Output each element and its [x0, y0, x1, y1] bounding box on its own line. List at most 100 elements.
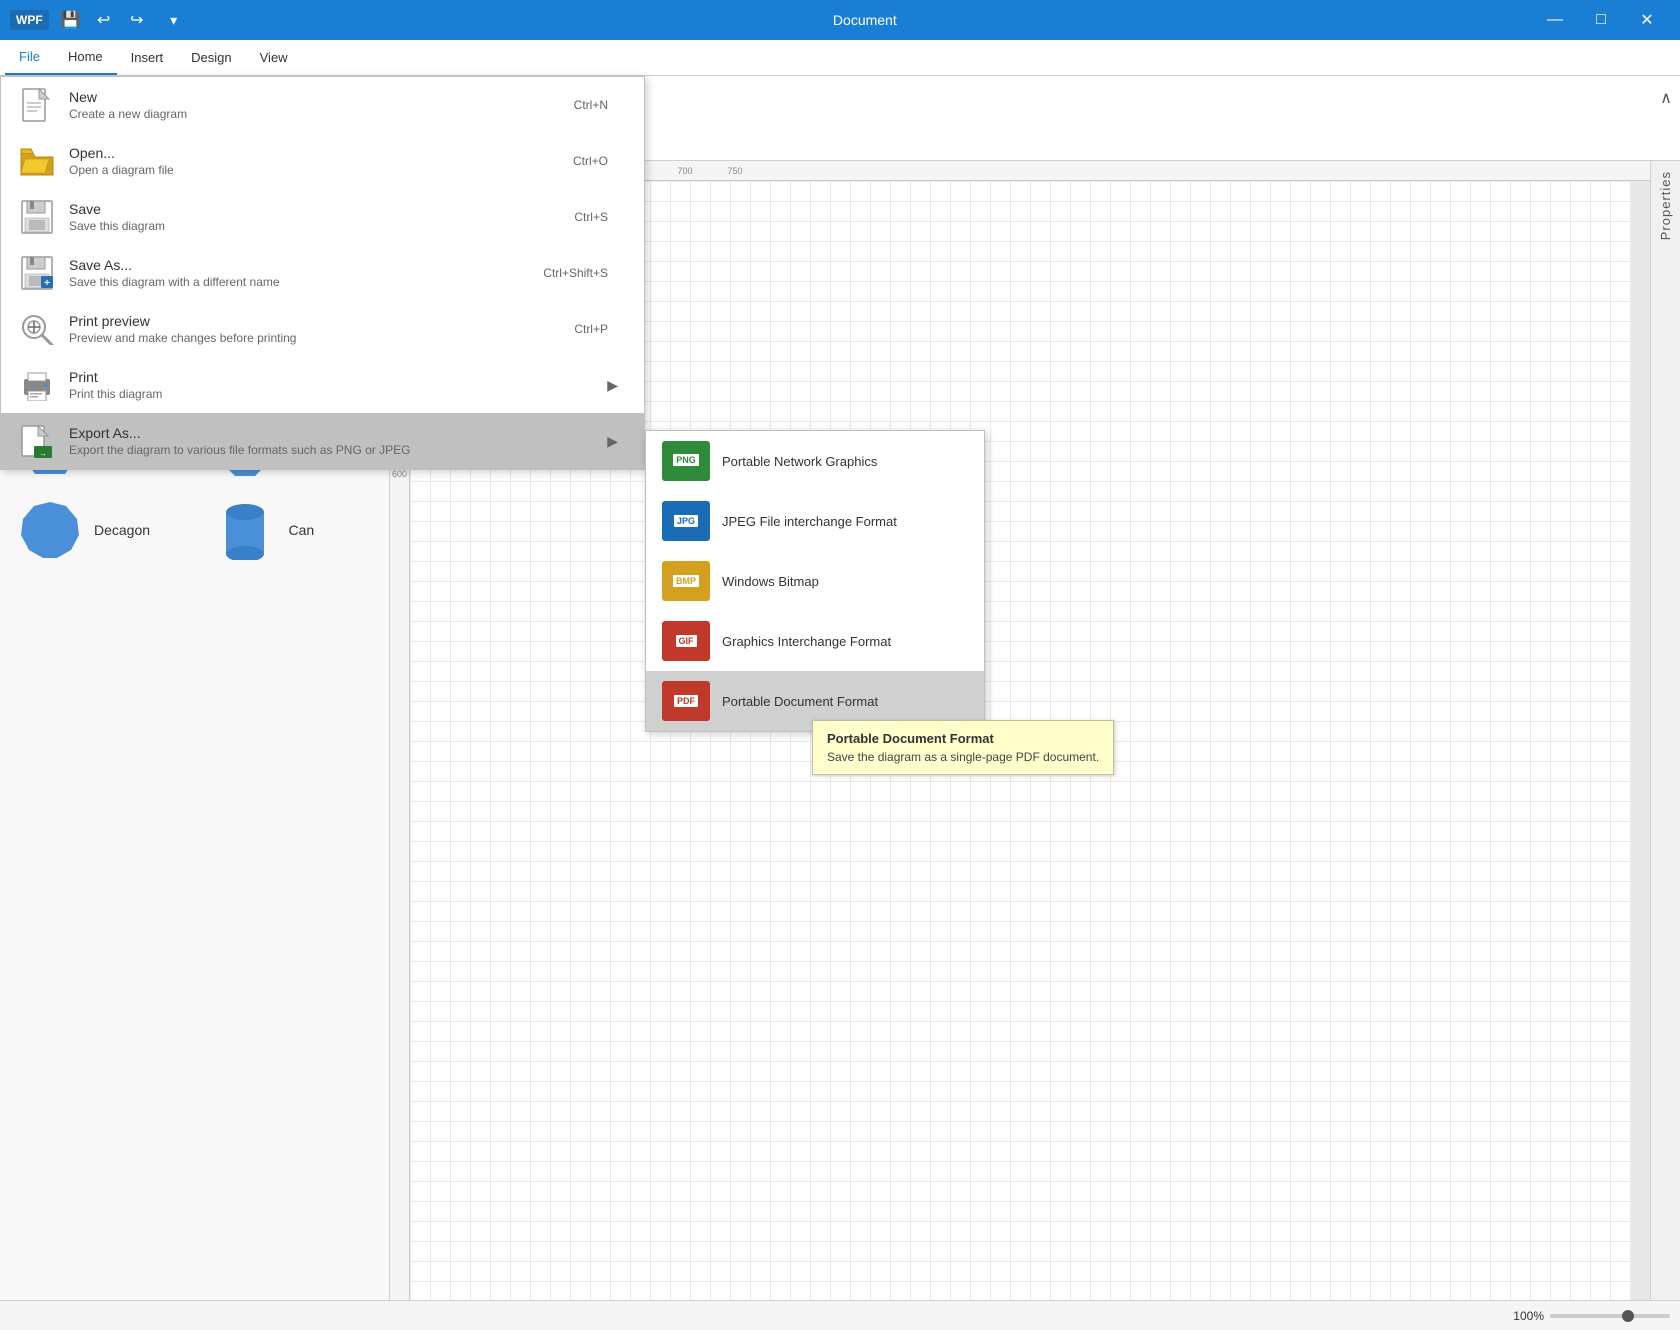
menu-item-insert[interactable]: Insert: [117, 40, 178, 75]
tooltip: Portable Document Format Save the diagra…: [812, 720, 1114, 775]
print-preview-icon-svg: [20, 313, 54, 345]
quick-access-dropdown[interactable]: ▾: [160, 6, 188, 34]
ruler-tick-700: 700: [660, 166, 710, 176]
export-item-gif[interactable]: GIF Graphics Interchange Format: [646, 611, 984, 671]
title-bar: WPF 💾 ↩ ↪ ▾ Document — □ ✕: [0, 0, 1680, 40]
zoom-slider[interactable]: [1550, 1314, 1670, 1318]
file-menu-new[interactable]: New Create a new diagram Ctrl+N: [1, 77, 644, 133]
shape-name-can: Can: [289, 522, 315, 538]
jpg-label: JPEG File interchange Format: [722, 514, 897, 529]
shape-item-decagon[interactable]: Decagon: [0, 489, 195, 571]
quick-access-toolbar: 💾 ↩ ↪ ▾: [57, 6, 188, 34]
redo-button[interactable]: ↪: [123, 6, 151, 34]
can-shape-svg: [220, 500, 270, 560]
saveas-icon: +: [17, 253, 57, 293]
ribbon-collapse-button[interactable]: ∧: [1652, 80, 1680, 116]
open-desc: Open a diagram file: [69, 163, 573, 177]
gif-icon: GIF: [662, 621, 710, 661]
new-icon: [17, 85, 57, 125]
menu-bar: File Home Insert Design View: [0, 40, 1680, 76]
export-arrow: ▶: [607, 433, 618, 450]
file-menu-print[interactable]: Print Print this diagram ▶: [1, 357, 644, 413]
status-bar: 100%: [0, 1300, 1680, 1330]
export-item-bmp[interactable]: BMP Windows Bitmap: [646, 551, 984, 611]
tooltip-desc: Save the diagram as a single-page PDF do…: [827, 750, 1099, 764]
minimize-button[interactable]: —: [1532, 0, 1578, 40]
print-arrow: ▶: [607, 377, 618, 394]
pdf-label: Portable Document Format: [722, 694, 878, 709]
open-folder-icon-svg: [19, 145, 55, 177]
png-icon: PNG: [662, 441, 710, 481]
print-icon: [17, 365, 57, 405]
menu-item-design[interactable]: Design: [177, 40, 245, 75]
saveas-desc: Save this diagram with a different name: [69, 275, 543, 289]
print-icon-svg: [20, 369, 54, 401]
file-menu-save[interactable]: Save Save this diagram Ctrl+S: [1, 189, 644, 245]
print-desc: Print this diagram: [69, 387, 607, 401]
shape-name-decagon: Decagon: [94, 522, 150, 538]
save-text: Save Save this diagram: [69, 201, 574, 233]
bmp-label: Windows Bitmap: [722, 574, 819, 589]
file-menu-export[interactable]: → Export As... Export the diagram to var…: [1, 413, 644, 469]
menu-item-file[interactable]: File: [5, 40, 54, 75]
svg-text:→: →: [39, 449, 47, 458]
save-desc: Save this diagram: [69, 219, 574, 233]
tooltip-title: Portable Document Format: [827, 731, 1099, 746]
zoom-slider-thumb: [1622, 1310, 1634, 1322]
file-menu-print-preview[interactable]: Print preview Preview and make changes b…: [1, 301, 644, 357]
new-text: New Create a new diagram: [69, 89, 574, 121]
file-menu-saveas[interactable]: + Save As... Save this diagram with a di…: [1, 245, 644, 301]
print-preview-icon: [17, 309, 57, 349]
export-name: Export As...: [69, 425, 607, 441]
file-menu: New Create a new diagram Ctrl+N Open... …: [0, 76, 645, 470]
open-name: Open...: [69, 145, 573, 161]
save-name: Save: [69, 201, 574, 217]
export-desc: Export the diagram to various file forma…: [69, 443, 607, 457]
maximize-button[interactable]: □: [1578, 0, 1624, 40]
wpf-logo: WPF: [10, 10, 49, 30]
export-text: Export As... Export the diagram to vario…: [69, 425, 607, 457]
print-preview-desc: Preview and make changes before printing: [69, 331, 574, 345]
properties-label: Properties: [1658, 171, 1673, 240]
saveas-name: Save As...: [69, 257, 543, 273]
pdf-icon: PDF: [662, 681, 710, 721]
zoom-label: 100%: [1513, 1309, 1544, 1323]
open-icon: [17, 141, 57, 181]
saveas-shortcut: Ctrl+Shift+S: [543, 266, 628, 280]
window-title: Document: [198, 12, 1532, 28]
export-item-png[interactable]: PNG Portable Network Graphics: [646, 431, 984, 491]
shape-icon-can: [215, 505, 275, 555]
zoom-control: 100%: [1513, 1309, 1670, 1323]
open-shortcut: Ctrl+O: [573, 154, 628, 168]
file-menu-open[interactable]: Open... Open a diagram file Ctrl+O: [1, 133, 644, 189]
new-shortcut: Ctrl+N: [574, 98, 628, 112]
close-button[interactable]: ✕: [1624, 0, 1670, 40]
new-desc: Create a new diagram: [69, 107, 574, 121]
jpg-icon: JPG: [662, 501, 710, 541]
export-submenu: PNG Portable Network Graphics JPG JPEG F…: [645, 430, 985, 732]
save-shortcut: Ctrl+S: [574, 210, 628, 224]
save-icon: [17, 197, 57, 237]
export-icon: →: [17, 421, 57, 461]
export-item-jpg[interactable]: JPG JPEG File interchange Format: [646, 491, 984, 551]
save-button[interactable]: 💾: [57, 6, 85, 34]
bmp-icon: BMP: [662, 561, 710, 601]
menu-item-home[interactable]: Home: [54, 40, 117, 75]
shape-item-can[interactable]: Can: [195, 489, 390, 571]
svg-text:+: +: [44, 278, 50, 289]
saveas-text: Save As... Save this diagram with a diff…: [69, 257, 543, 289]
gif-label: Graphics Interchange Format: [722, 634, 891, 649]
print-preview-name: Print preview: [69, 313, 574, 329]
properties-panel: Properties: [1650, 161, 1680, 1300]
save-icon-svg: [21, 200, 53, 234]
png-label: Portable Network Graphics: [722, 454, 877, 469]
shape-icon-decagon: [20, 505, 80, 555]
saveas-icon-svg: +: [21, 256, 53, 290]
window-controls: — □ ✕: [1532, 0, 1670, 40]
print-preview-shortcut: Ctrl+P: [574, 322, 628, 336]
new-name: New: [69, 89, 574, 105]
print-preview-text: Print preview Preview and make changes b…: [69, 313, 574, 345]
new-file-icon-svg: [21, 87, 53, 123]
menu-item-view[interactable]: View: [246, 40, 302, 75]
undo-button[interactable]: ↩: [90, 6, 118, 34]
